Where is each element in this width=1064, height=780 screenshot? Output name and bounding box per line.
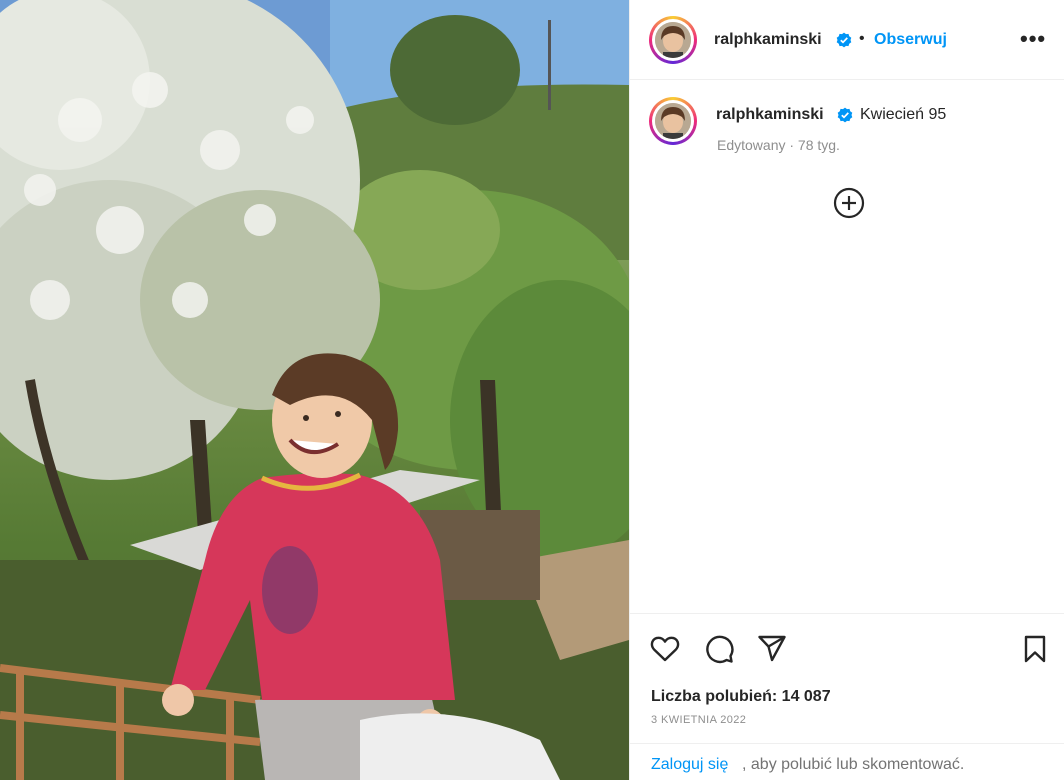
caption-author-avatar[interactable] (649, 97, 697, 145)
likes-count[interactable]: Liczba polubień: 14 087 (651, 688, 831, 706)
author-avatar-image (655, 22, 691, 58)
post-photo-illustration (0, 0, 629, 780)
paper-plane-icon[interactable] (757, 634, 787, 664)
caption-text: Kwiecień 95 (860, 106, 947, 123)
login-prompt: Zaloguj się , aby polubić lub skomentowa… (630, 743, 1064, 780)
plus-circle-icon[interactable] (833, 187, 865, 219)
caption-author-username[interactable]: ralphkaminski (716, 106, 824, 124)
post-side-panel: ralphkaminski • Obserwuj ••• ralphkamins… (629, 0, 1064, 780)
verified-badge-icon (836, 32, 852, 48)
follow-button[interactable]: Obserwuj (874, 31, 947, 49)
comment-icon[interactable] (704, 634, 734, 664)
heart-icon[interactable] (650, 634, 680, 664)
bookmark-icon[interactable] (1020, 634, 1050, 664)
edited-meta: Edytowany · 78 tyg. (717, 137, 840, 153)
post-actions: Liczba polubień: 14 087 3 KWIETNIA 2022 (630, 613, 1064, 743)
post-header: ralphkaminski • Obserwuj ••• (630, 0, 1064, 80)
author-avatar[interactable] (649, 16, 697, 64)
author-username[interactable]: ralphkaminski (714, 31, 822, 49)
post-date: 3 KWIETNIA 2022 (651, 714, 747, 726)
more-options-icon[interactable]: ••• (1020, 26, 1046, 52)
separator-dot: • (859, 30, 865, 47)
caption-verified-badge-icon (837, 107, 853, 123)
post-photo[interactable] (0, 0, 629, 780)
caption-author-avatar-image (655, 103, 691, 139)
login-prompt-text: , aby polubić lub skomentować. (742, 756, 965, 773)
login-link[interactable]: Zaloguj się (651, 756, 728, 774)
